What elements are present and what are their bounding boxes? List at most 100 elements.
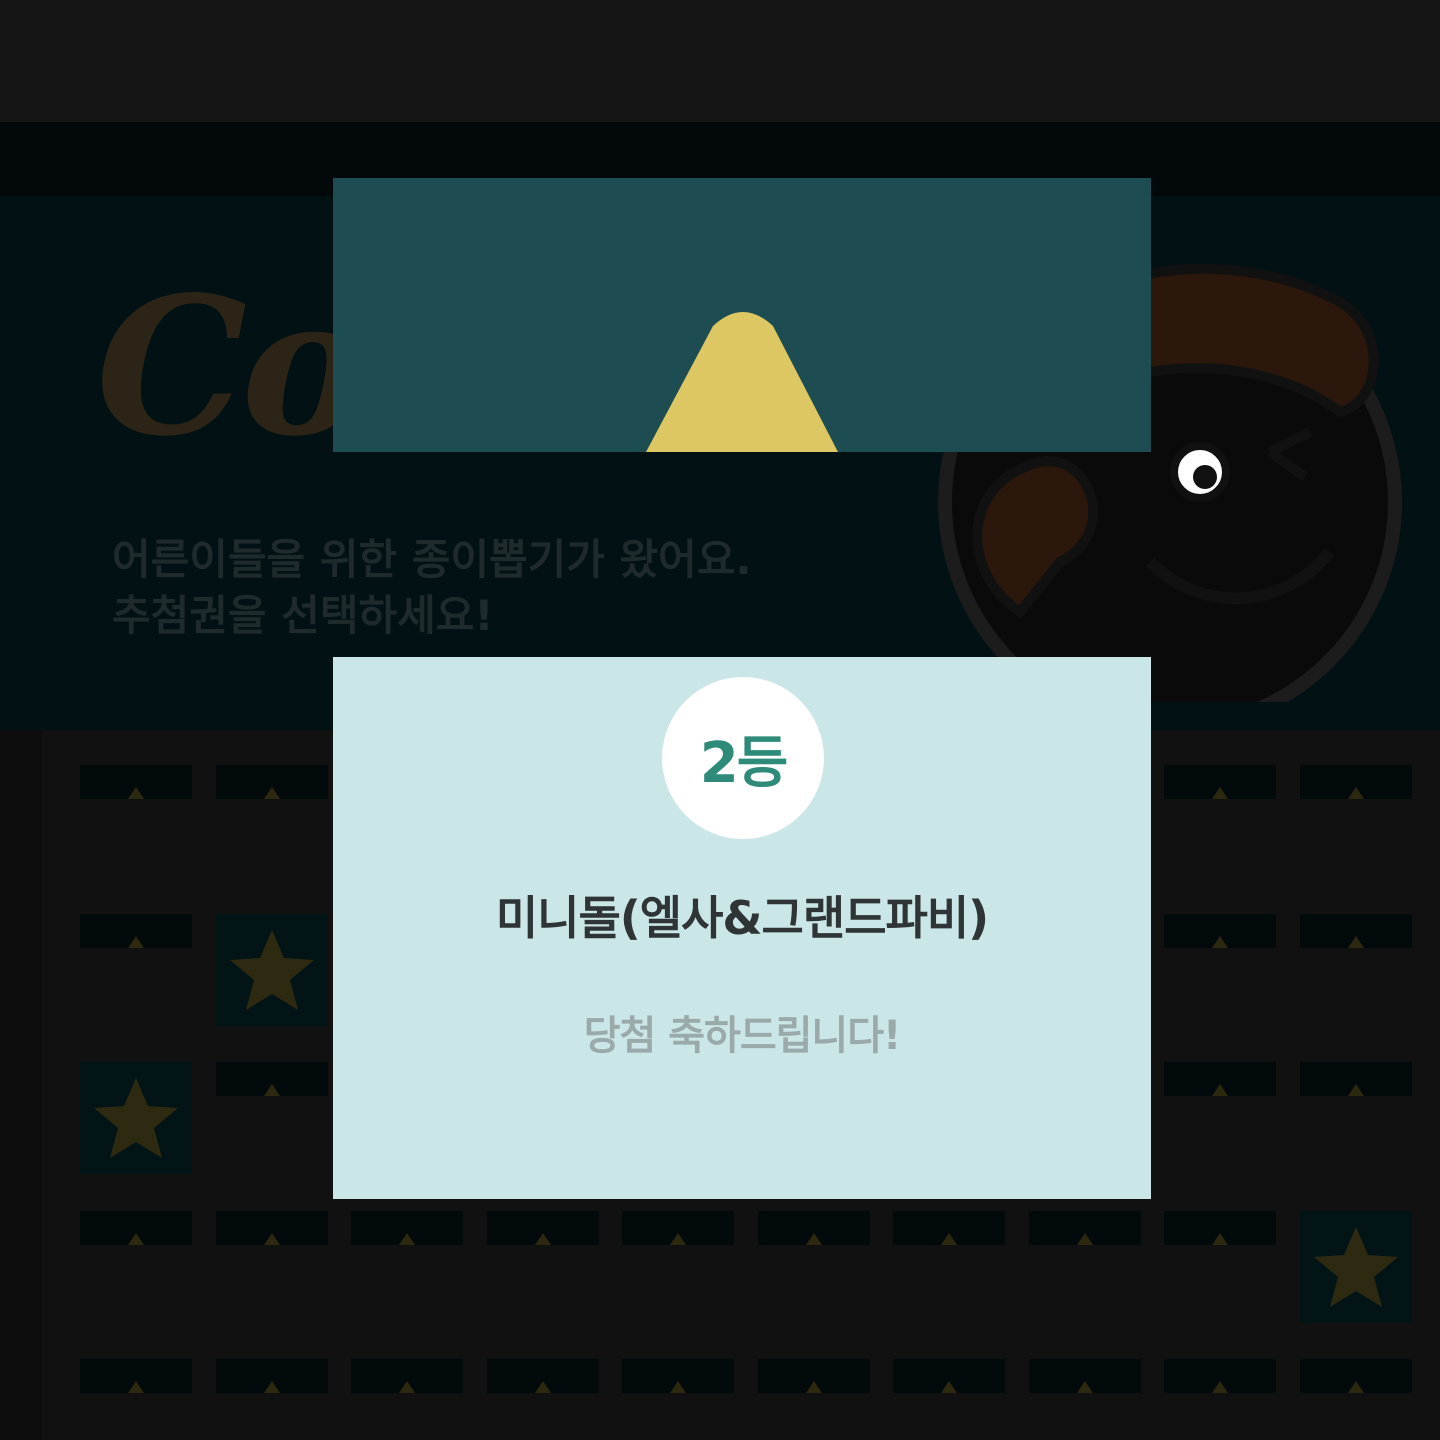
ticket-flap [80,1359,192,1393]
ticket-peak-icon [535,1381,551,1393]
ticket-peak-icon [1212,936,1228,948]
ticket[interactable] [80,1211,192,1245]
ticket-flap [893,1359,1005,1393]
ticket-flap [1029,1359,1141,1393]
ticket-peak-icon [1212,1381,1228,1393]
ticket[interactable] [80,914,192,948]
ticket[interactable] [80,765,192,799]
star-icon [230,930,314,1010]
ticket-flap [1300,1062,1412,1096]
ticket-peak-icon [1077,1381,1093,1393]
star-icon [1314,1227,1398,1307]
ticket[interactable] [1300,1359,1412,1393]
ticket[interactable] [80,1359,192,1393]
ticket-peak-icon [1212,1084,1228,1096]
ticket[interactable] [1300,1062,1412,1096]
ticket-flap [216,1062,328,1096]
mascot-pupil [1193,465,1217,489]
ticket[interactable] [216,1211,328,1245]
ticket-reveal-art [646,312,838,452]
ticket-opened[interactable] [80,1062,192,1174]
ticket-peak-icon [1348,1084,1364,1096]
page: Co 어른이들을 위한 종이뽑기가 왔어요. 추첨권을 선택하세요! 2등 미니… [0,0,1440,1440]
ticket[interactable] [216,1359,328,1393]
hero-logo: Co [96,255,368,478]
ticket-flap [80,765,192,799]
ticket-flap [487,1211,599,1245]
ticket-flap [1300,914,1412,948]
ticket-peak-icon [1348,787,1364,799]
ticket[interactable] [1164,1062,1276,1096]
ticket[interactable] [1029,1359,1141,1393]
ticket-peak-icon [128,1233,144,1245]
ticket-peak-icon [264,1084,280,1096]
ticket-flap [351,1359,463,1393]
ticket-peak-icon [1077,1233,1093,1245]
ticket-peak-icon [941,1381,957,1393]
ticket[interactable] [1164,765,1276,799]
ticket-peak-icon [1212,1233,1228,1245]
ticket-flap [80,914,192,948]
ticket-opened[interactable] [1300,1211,1412,1323]
ticket-opened[interactable] [216,914,328,1026]
ticket[interactable] [1164,1359,1276,1393]
ticket[interactable] [216,765,328,799]
prize-name: 미니돌(엘사&그랜드파비) [495,891,989,945]
hero-description: 어른이들을 위한 종이뽑기가 왔어요. 추첨권을 선택하세요! [112,535,752,640]
ticket-flap [216,1359,328,1393]
rank-label: 2등 [699,730,788,796]
ticket-flap [216,1211,328,1245]
ticket[interactable] [1300,765,1412,799]
ticket-peak-icon [264,1233,280,1245]
ticket[interactable] [351,1211,463,1245]
ticket[interactable] [622,1359,734,1393]
ticket-peak-icon [535,1233,551,1245]
ticket-flap [80,1211,192,1245]
ticket-flap [1164,1211,1276,1245]
ticket-flap [1164,765,1276,799]
ticket[interactable] [216,1062,328,1096]
ticket[interactable] [758,1211,870,1245]
ticket[interactable] [487,1211,599,1245]
ticket-peak-icon [128,1381,144,1393]
ticket[interactable] [758,1359,870,1393]
ticket-peak-icon [264,787,280,799]
top-bar [0,0,1440,122]
ticket-peak-shape [646,312,838,452]
ticket[interactable] [622,1211,734,1245]
ticket-flap [1029,1211,1141,1245]
ticket-peak-icon [1212,787,1228,799]
ticket-flap [487,1359,599,1393]
ticket[interactable] [1029,1211,1141,1245]
ticket-peak-icon [399,1381,415,1393]
ticket[interactable] [1300,914,1412,948]
ticket-flap [1300,765,1412,799]
ticket[interactable] [1164,914,1276,948]
ticket[interactable] [893,1211,1005,1245]
ticket-peak-icon [1348,1381,1364,1393]
ticket[interactable] [351,1359,463,1393]
ticket-peak-icon [806,1381,822,1393]
ticket-peak-icon [128,936,144,948]
ticket[interactable] [1164,1211,1276,1245]
ticket[interactable] [487,1359,599,1393]
ticket-flap [758,1211,870,1245]
ticket-flap [1164,914,1276,948]
ticket-flap [758,1359,870,1393]
ticket-flap [1164,1062,1276,1096]
ticket-reveal-header [333,178,1151,452]
ticket-flap [216,765,328,799]
ticket-flap [622,1211,734,1245]
ticket-flap [1164,1359,1276,1393]
ticket-flap [1300,1359,1412,1393]
ticket-peak-icon [264,1381,280,1393]
congratulations-message: 당첨 축하드립니다! [583,1013,902,1059]
result-dialog: 2등 미니돌(엘사&그랜드파비) 당첨 축하드립니다! [333,657,1151,1199]
ticket-peak-icon [941,1233,957,1245]
ticket-peak-icon [399,1233,415,1245]
star-icon [94,1078,178,1158]
ticket-peak-icon [806,1233,822,1245]
rank-badge: 2등 [662,677,824,839]
ticket-flap [351,1211,463,1245]
ticket[interactable] [893,1359,1005,1393]
